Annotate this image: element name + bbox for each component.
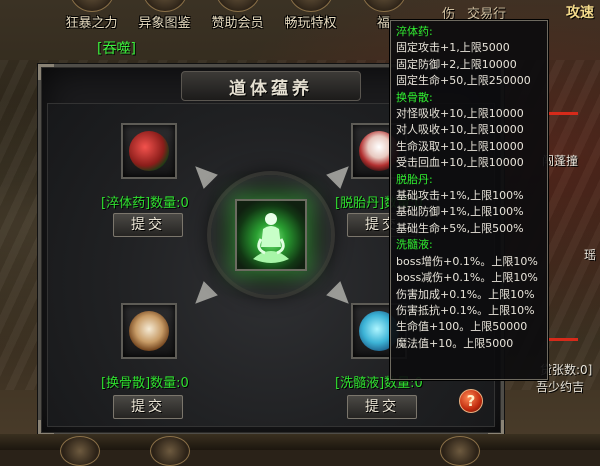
menu-label: 福 bbox=[376, 16, 390, 31]
menu-zanzhu[interactable]: 赞助会员 bbox=[201, 0, 274, 36]
tooltip-line: 固定攻击+1,上限5000 bbox=[396, 41, 510, 55]
huangu-powder-icon bbox=[129, 311, 169, 351]
tooltip-section-head: 换骨散: bbox=[396, 90, 433, 104]
cuiti-count: [淬体药]数量:0 bbox=[101, 196, 189, 211]
menu-label: 狂暴之力 bbox=[65, 16, 118, 31]
tooltip-section-head: 洗髓液: bbox=[396, 238, 433, 252]
help-icon[interactable]: ? bbox=[459, 389, 483, 413]
huangu-count: [换骨散]数量:0 bbox=[101, 376, 189, 391]
bottom-bar bbox=[0, 434, 600, 466]
submit-cuiti-button[interactable]: 提交 bbox=[113, 213, 183, 237]
tooltip-line: 受击回血+10,上限10000 bbox=[396, 156, 524, 170]
slot-cuiti[interactable] bbox=[121, 123, 177, 179]
hp-bar bbox=[548, 112, 578, 115]
bottom-orb-icon[interactable] bbox=[60, 436, 100, 466]
title-bar[interactable]: 道体蕴养 bbox=[181, 71, 361, 101]
submit-huangu-button[interactable]: 提交 bbox=[113, 395, 183, 419]
tooltip-line: 固定防御+2,上限10000 bbox=[396, 57, 517, 71]
hp-bar bbox=[548, 338, 578, 341]
top-menu: 狂暴之力 异象图鉴 赞助会员 畅玩特权 福 bbox=[55, 0, 420, 36]
panel-corner bbox=[38, 64, 54, 80]
meditating-figure-icon bbox=[253, 213, 289, 263]
tooltip-line: 生命值+100。上限50000 bbox=[396, 320, 528, 334]
tooltip-line: 伤害抵抗+0.1%。上限10% bbox=[396, 303, 535, 317]
menu-label: 畅玩特权 bbox=[284, 16, 337, 31]
attack-speed-label: 攻速 bbox=[566, 5, 594, 21]
meditating-figure-frame bbox=[235, 199, 307, 271]
tooltip-line: 基础防御+1%,上限100% bbox=[396, 205, 524, 219]
guild-tag: [吞噬] bbox=[97, 41, 136, 57]
menu-label: 异象图鉴 bbox=[138, 16, 191, 31]
menu-orb-icon bbox=[214, 0, 261, 12]
cultivation-ring bbox=[211, 175, 331, 295]
bottom-orb-icon[interactable] bbox=[440, 436, 480, 466]
tooltip-line: 生命汲取+10,上限10000 bbox=[396, 139, 524, 153]
tooltip-line: boss减伤+0.1%。上限10% bbox=[396, 271, 538, 285]
menu-orb-icon bbox=[360, 0, 407, 12]
submit-xisui-button[interactable]: 提交 bbox=[347, 395, 417, 419]
panel-title: 道体蕴养 bbox=[229, 78, 313, 99]
tooltip-line: 对怪吸收+10,上限10000 bbox=[396, 107, 524, 121]
tooltip-line: 基础攻击+1%,上限100% bbox=[396, 189, 524, 203]
tooltip-line: 伤害加成+0.1%。上限10% bbox=[396, 287, 535, 301]
stats-tooltip: 淬体药: 固定攻击+1,上限5000 固定防御+2,上限10000 固定生命+5… bbox=[390, 20, 548, 380]
tooltip-line: boss增伤+0.1%。上限10% bbox=[396, 254, 538, 268]
bottom-orb-icon[interactable] bbox=[150, 436, 190, 466]
tooltip-line: 基础生命+5%,上限500% bbox=[396, 221, 524, 235]
tooltip-line: 对人吸收+10,上限10000 bbox=[396, 123, 524, 137]
cuiti-pill-icon bbox=[129, 131, 169, 171]
menu-label: 赞助会员 bbox=[211, 16, 264, 31]
menu-yixiang[interactable]: 异象图鉴 bbox=[128, 0, 201, 36]
menu-orb-icon bbox=[68, 0, 115, 12]
menu-orb-icon bbox=[141, 0, 188, 12]
npc-name: 吾少约吉 bbox=[536, 380, 585, 394]
npc-name: 瑶 bbox=[584, 248, 597, 262]
slot-huangu[interactable] bbox=[121, 303, 177, 359]
tooltip-section-head: 脱胎丹: bbox=[396, 172, 433, 186]
tooltip-section-head: 淬体药: bbox=[396, 25, 433, 38]
menu-orb-icon bbox=[287, 0, 334, 12]
menu-changwan[interactable]: 畅玩特权 bbox=[274, 0, 347, 36]
menu-kuangbao[interactable]: 狂暴之力 bbox=[55, 0, 128, 36]
tooltip-line: 魔法值+10。上限5000 bbox=[396, 336, 514, 350]
tooltip-line: 固定生命+50,上限250000 bbox=[396, 74, 531, 88]
